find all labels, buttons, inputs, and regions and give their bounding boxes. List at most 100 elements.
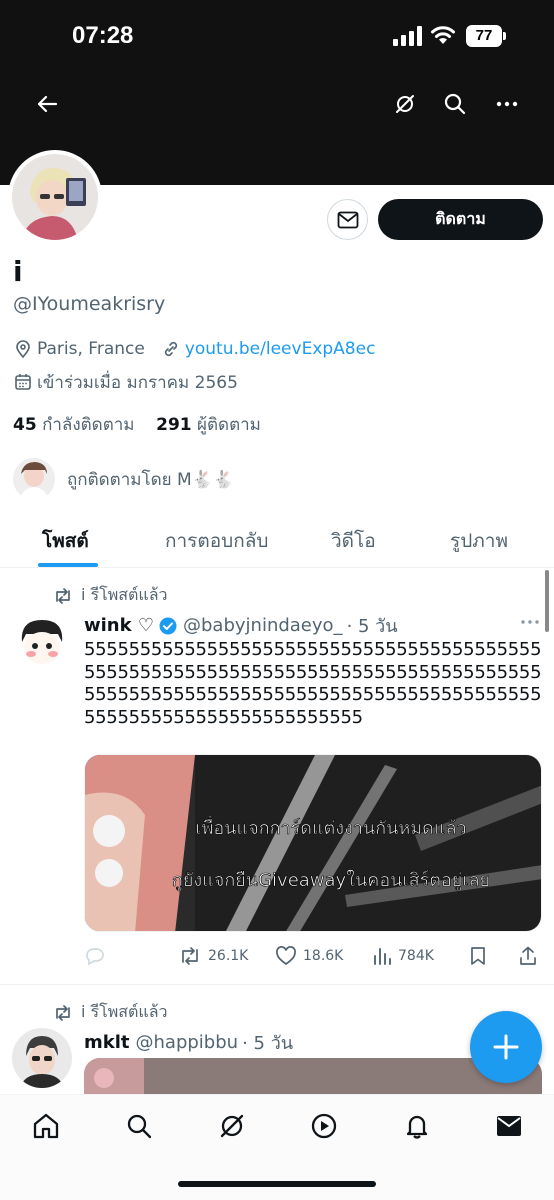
like-count: 18.6K xyxy=(303,948,344,964)
nav-grok[interactable] xyxy=(212,1109,252,1143)
tweet-author-name[interactable]: wink ♡ xyxy=(84,615,154,636)
tweet-author-name[interactable]: mklt xyxy=(84,1032,130,1053)
joined-text: เข้าร่วมเมื่อ มกราคม 2565 xyxy=(37,372,238,393)
profile-tabs: โพสต์ การตอบกลับ วิดีโอ รูปภาพ xyxy=(0,510,554,568)
tweet-time: · 5 วัน xyxy=(242,1033,294,1054)
tweet-author-avatar[interactable] xyxy=(12,1028,72,1088)
repost-indicator: i รีโพสต์แล้ว xyxy=(53,1000,168,1025)
tab-posts[interactable]: โพสต์ xyxy=(42,526,89,556)
tab-photos[interactable]: รูปภาพ xyxy=(450,526,508,556)
tweet-author-handle[interactable]: @happibbu xyxy=(136,1032,239,1053)
back-button[interactable] xyxy=(29,86,65,122)
media-image: เพื่อนแจกการ์ดแต่งงานกันหมดแล้ว กูยังแจก… xyxy=(85,755,541,931)
wifi-icon xyxy=(431,26,455,44)
mail-icon xyxy=(497,1116,521,1136)
grok-icon xyxy=(396,95,414,113)
more-icon xyxy=(496,101,518,107)
nav-home[interactable] xyxy=(26,1109,66,1143)
tweet-author-handle[interactable]: @babyjnindaeyo_ xyxy=(183,615,343,636)
message-button[interactable] xyxy=(327,199,368,240)
reply-icon xyxy=(86,948,104,966)
battery-icon: 77 xyxy=(466,25,506,47)
bell-icon xyxy=(406,1115,428,1139)
grok-button[interactable] xyxy=(387,86,423,122)
following-link[interactable]: 45 กำลังติดตาม xyxy=(13,415,135,435)
scrollbar[interactable] xyxy=(545,570,549,632)
views-count: 784K xyxy=(398,948,434,964)
heart-icon xyxy=(276,946,296,966)
follower-avatar xyxy=(13,458,55,500)
profile-avatar[interactable] xyxy=(8,150,102,244)
like-button[interactable]: 18.6K xyxy=(275,942,343,970)
search-icon xyxy=(127,1114,152,1139)
more-button[interactable] xyxy=(489,86,525,122)
tweet-header: wink ♡ @babyjnindaeyo_ · 5 วัน xyxy=(84,611,398,640)
nav-video[interactable] xyxy=(304,1109,344,1143)
cellular-signal-icon xyxy=(393,26,422,46)
repost-label: i รีโพสต์แล้ว xyxy=(81,585,168,604)
battery-level: 77 xyxy=(466,25,502,47)
nav-messages[interactable] xyxy=(489,1109,529,1143)
verified-badge-icon xyxy=(159,617,177,634)
repost-button[interactable]: 26.1K xyxy=(178,942,248,970)
active-tab-indicator xyxy=(38,563,98,567)
views-button[interactable]: 784K xyxy=(372,942,434,970)
avatar-photo xyxy=(12,154,98,240)
profile-link[interactable]: youtu.be/leevExpA8ec xyxy=(185,339,376,359)
location-text: Paris, France xyxy=(37,339,145,359)
follow-counts: 45 กำลังติดตาม 291 ผู้ติดตาม xyxy=(13,411,261,438)
nav-search[interactable] xyxy=(119,1109,159,1143)
repost-icon xyxy=(182,947,198,965)
home-icon xyxy=(33,1113,59,1139)
bookmark-button[interactable] xyxy=(469,942,493,970)
tweet-media[interactable]: เพื่อนแจกการ์ดแต่งงานกันหมดแล้ว กูยังแจก… xyxy=(84,754,542,932)
tweet-more-button[interactable] xyxy=(520,612,540,636)
joined-row: เข้าร่วมเมื่อ มกราคม 2565 xyxy=(13,370,238,394)
share-button[interactable] xyxy=(518,942,544,970)
repost-label: i รีโพสต์แล้ว xyxy=(81,1002,168,1021)
following-label: กำลังติดตาม xyxy=(42,415,135,435)
followers-count: 291 xyxy=(156,415,192,435)
repost-icon xyxy=(56,587,70,604)
followers-link[interactable]: 291 ผู้ติดตาม xyxy=(156,415,261,435)
media-caption-1: เพื่อนแจกการ์ดแต่งงานกันหมดแล้ว xyxy=(195,815,466,839)
profile-meta-row: Paris, France youtu.be/leevExpA8ec xyxy=(13,337,375,361)
tweet-actions: 26.1K 18.6K 784K xyxy=(84,942,544,970)
tab-replies[interactable]: การตอบกลับ xyxy=(165,526,268,556)
tweet-header: mklt @happibbu · 5 วัน xyxy=(84,1028,293,1057)
calendar-icon xyxy=(15,374,31,390)
home-indicator[interactable] xyxy=(178,1181,376,1187)
followed-by-text: ถูกติดตามโดย M🐇🐇 xyxy=(67,469,234,490)
repost-icon xyxy=(56,1004,70,1021)
tweet-time: · 5 วัน xyxy=(346,616,398,637)
plus-icon xyxy=(493,1034,519,1060)
share-icon xyxy=(520,946,536,965)
status-bar: 07:28 77 xyxy=(0,0,554,70)
search-button[interactable] xyxy=(437,86,473,122)
followers-label: ผู้ติดตาม xyxy=(197,415,261,435)
search-icon xyxy=(444,93,466,115)
followed-by-row[interactable]: ถูกติดตามโดย M🐇🐇 xyxy=(13,458,234,500)
profile-handle: @IYoumeakrisry xyxy=(13,293,166,315)
location-icon xyxy=(16,340,30,359)
media-caption-2: กูยังแจกยืนGiveawayในคอนเสิร์ตอยู่เลย xyxy=(172,869,490,891)
repost-indicator: i รีโพสต์แล้ว xyxy=(53,583,168,608)
tweet-text: 5555555555555555555555555555555555555555… xyxy=(84,639,542,728)
bookmark-icon xyxy=(471,947,485,965)
tab-videos[interactable]: วิดีโอ xyxy=(331,526,376,556)
grok-icon xyxy=(220,1114,244,1138)
tweet-author-avatar[interactable] xyxy=(12,612,72,672)
nav-notifications[interactable] xyxy=(397,1109,437,1143)
follow-button[interactable]: ติดตาม xyxy=(378,199,543,240)
arrow-left-icon xyxy=(37,95,58,113)
status-time: 07:28 xyxy=(72,22,134,49)
repost-count: 26.1K xyxy=(208,948,249,964)
tweet-divider xyxy=(0,984,554,985)
link-icon xyxy=(164,341,177,357)
compose-button[interactable] xyxy=(470,1011,542,1083)
mail-icon xyxy=(337,211,358,228)
views-icon xyxy=(374,948,391,965)
display-name: i xyxy=(13,255,23,288)
following-count: 45 xyxy=(13,415,37,435)
reply-button[interactable] xyxy=(84,942,112,970)
